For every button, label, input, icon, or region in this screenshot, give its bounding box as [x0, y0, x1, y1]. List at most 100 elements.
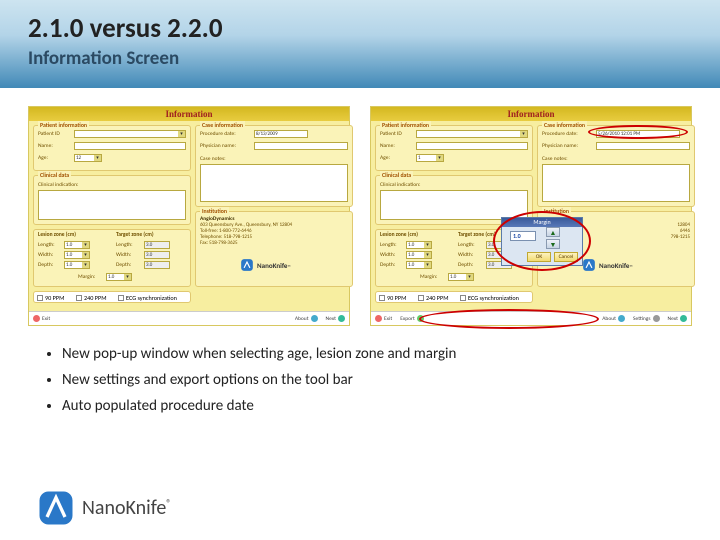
age-field[interactable]: 1	[416, 154, 444, 162]
lesion-width-field[interactable]: 1.0	[64, 251, 90, 259]
patient-id-field[interactable]	[416, 130, 528, 138]
callout-oval-toolbar	[419, 309, 599, 329]
group-clinical: Clinical data Clinical indication:	[33, 175, 191, 225]
ppm90-option[interactable]: 90 PPM	[37, 294, 64, 302]
label-width-t: Width:	[116, 252, 131, 258]
case-notes-area[interactable]	[542, 164, 690, 202]
clinical-indication-area[interactable]	[380, 190, 528, 220]
group-title: Patient information	[38, 121, 89, 129]
label-case-notes: Case notes:	[200, 156, 226, 162]
nanoknife-logo: NanoKnife™	[582, 258, 632, 272]
brand-text: NanoKnife™	[257, 261, 290, 270]
group-title: Case information	[200, 121, 245, 129]
exit-button[interactable]: Exit	[33, 315, 50, 322]
ppm240-option[interactable]: 240 PPM	[418, 294, 449, 302]
callout-oval-date	[588, 125, 688, 139]
group-institution: Institution AngioDynamics 603 Queensbury…	[195, 211, 353, 287]
lesion-depth-field[interactable]: 1.0	[406, 261, 432, 269]
institution-line5: Fax: 518-798-3625	[200, 240, 238, 246]
group-title: Clinical data	[38, 171, 71, 179]
margin-field[interactable]: 1.0	[106, 273, 132, 281]
nanoknife-logo: NanoKnife™	[240, 258, 290, 272]
age-field[interactable]: 12	[74, 154, 102, 162]
case-notes-area[interactable]	[200, 164, 348, 202]
target-width-field: 3.0	[144, 251, 170, 259]
label-procedure-date: Procedure date:	[200, 131, 236, 137]
ppm-row: 90 PPM 240 PPM ECG synchronization	[375, 291, 533, 303]
label-clinical-indication: Clinical indication:	[38, 182, 79, 188]
group-title: Clinical data	[380, 171, 413, 179]
lesion-width-field[interactable]: 1.0	[406, 251, 432, 259]
footer-bar: Exit About Next	[29, 311, 349, 325]
bullet-list: New pop-up window when selecting age, le…	[0, 332, 720, 418]
name-field[interactable]	[74, 142, 186, 150]
group-case-info: Case information Procedure date: 5/26/20…	[537, 125, 695, 207]
label-physician: Physician name:	[542, 143, 578, 149]
label-age: Age:	[38, 155, 48, 161]
target-length-field: 3.0	[144, 241, 170, 249]
label-lesion-zone: Lesion zone (cm)	[380, 232, 418, 238]
patient-id-field[interactable]	[74, 130, 186, 138]
settings-button[interactable]: Settings	[633, 315, 660, 322]
label-procedure-date: Procedure date:	[542, 131, 578, 137]
group-title: Institution	[200, 207, 229, 215]
window-title: Information	[29, 107, 349, 121]
label-case-notes: Case notes:	[542, 156, 568, 162]
next-button[interactable]: Next	[668, 315, 687, 322]
ppm240-option[interactable]: 240 PPM	[76, 294, 107, 302]
footer-brand-text: NanoKnife®	[82, 496, 171, 520]
label-patient-id: Patient ID	[380, 131, 402, 137]
label-depth-t: Depth:	[458, 262, 473, 268]
callout-oval-popup	[493, 211, 591, 271]
screenshot-row: Information Patient information Patient …	[0, 88, 720, 332]
label-name: Name:	[38, 143, 53, 149]
label-name: Name:	[380, 143, 395, 149]
label-clinical-indication: Clinical indication:	[380, 182, 421, 188]
lesion-length-field[interactable]: 1.0	[406, 241, 432, 249]
window-body: Patient information Patient ID Name: Age…	[371, 121, 691, 311]
window-body: Patient information Patient ID Name: Age…	[29, 121, 349, 311]
group-case-info: Case information Procedure date: 8/13/20…	[195, 125, 353, 207]
nanoknife-icon	[240, 258, 254, 272]
bullet-item: New pop-up window when selecting age, le…	[62, 342, 670, 366]
institution-line4: 798-1215	[671, 234, 690, 240]
nanoknife-icon	[38, 490, 74, 526]
label-margin: Margin:	[420, 274, 437, 280]
label-width-l: Width:	[38, 252, 53, 258]
group-patient-info: Patient information Patient ID Name: Age…	[33, 125, 191, 171]
next-button[interactable]: Next	[326, 315, 345, 322]
slide-subtitle: Information Screen	[28, 47, 692, 70]
physician-field[interactable]	[596, 142, 690, 150]
title-header: 2.1.0 versus 2.2.0 Information Screen	[0, 0, 720, 88]
margin-field[interactable]: 1.0	[448, 273, 474, 281]
group-patient-info: Patient information Patient ID Name: Age…	[375, 125, 533, 171]
group-title: Patient information	[380, 121, 431, 129]
procedure-date-field[interactable]: 8/13/2009	[254, 130, 308, 138]
label-length-t: Length:	[116, 242, 133, 248]
label-width-l: Width:	[380, 252, 395, 258]
label-patient-id: Patient ID	[38, 131, 60, 137]
about-button[interactable]: About	[295, 315, 318, 322]
bullet-item: Auto populated procedure date	[62, 394, 670, 418]
ppm90-option[interactable]: 90 PPM	[379, 294, 406, 302]
exit-button[interactable]: Exit	[375, 315, 392, 322]
ecg-option[interactable]: ECG synchronization	[460, 294, 519, 302]
name-field[interactable]	[416, 142, 528, 150]
ppm-row: 90 PPM 240 PPM ECG synchronization	[33, 291, 191, 303]
target-depth-field: 3.0	[144, 261, 170, 269]
label-physician: Physician name:	[200, 143, 236, 149]
label-length-l: Length:	[38, 242, 55, 248]
label-length-t: Length:	[458, 242, 475, 248]
footer-brand-logo: NanoKnife®	[38, 490, 171, 526]
group-lesion-target: Lesion zone (cm) Target zone (cm) Length…	[33, 229, 191, 287]
clinical-indication-area[interactable]	[38, 190, 186, 220]
lesion-length-field[interactable]: 1.0	[64, 241, 90, 249]
lesion-depth-field[interactable]: 1.0	[64, 261, 90, 269]
screenshot-220: Information Patient information Patient …	[370, 106, 692, 326]
window-title: Information	[371, 107, 691, 121]
label-depth-t: Depth:	[116, 262, 131, 268]
about-button[interactable]: About	[602, 315, 625, 322]
ecg-option[interactable]: ECG synchronization	[118, 294, 177, 302]
bullet-item: New settings and export options on the t…	[62, 368, 670, 392]
physician-field[interactable]	[254, 142, 348, 150]
